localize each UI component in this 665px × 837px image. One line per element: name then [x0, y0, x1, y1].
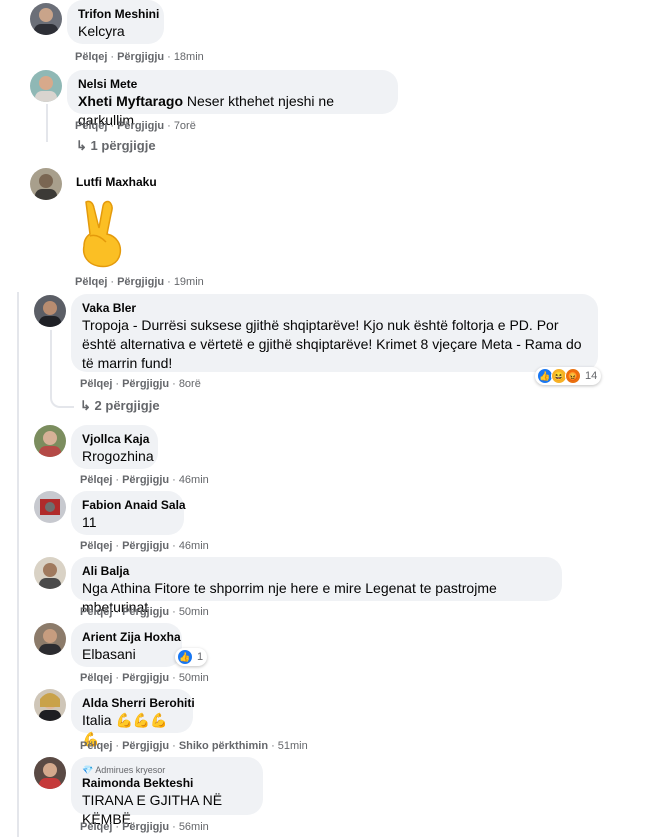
top-fan-badge: 💎 Admirues kryesor	[82, 764, 252, 776]
diamond-icon: 💎	[82, 765, 94, 775]
like-link[interactable]: Pëlqej	[80, 606, 112, 618]
commenter-name[interactable]: Lutfi Maxhaku	[76, 175, 157, 190]
reply-arrow-icon: ↳	[76, 138, 87, 153]
reactions-summary[interactable]: 👍 😆 😡 14	[535, 367, 602, 385]
avatar[interactable]	[34, 491, 66, 523]
comment-text: Kelcyra	[78, 23, 125, 39]
replies-count: 2 përgjigje	[94, 398, 160, 413]
comment-actions: Pëlqej · Përgjigju · 19min	[75, 276, 204, 288]
emoji-comment	[72, 198, 130, 268]
comment-bubble: Vjollca Kaja Rrogozhina	[71, 425, 158, 469]
avatar[interactable]	[30, 3, 62, 35]
comment-text: Rrogozhina	[82, 448, 154, 464]
reply-link[interactable]: Përgjigju	[122, 540, 169, 552]
like-reaction-icon: 👍	[177, 649, 193, 665]
thread-line	[46, 104, 48, 142]
avatar[interactable]	[34, 757, 66, 789]
victory-hand-icon	[82, 200, 122, 268]
like-link[interactable]: Pëlqej	[80, 474, 112, 486]
reply-link[interactable]: Përgjigju	[117, 51, 164, 63]
like-link[interactable]: Pëlqej	[75, 276, 107, 288]
comment-actions: Pëlqej · Përgjigju · 8orë	[80, 378, 201, 390]
reply-link[interactable]: Përgjigju	[122, 821, 169, 833]
angry-reaction-icon: 😡	[565, 368, 581, 384]
commenter-name[interactable]: Arient Zija Hoxha	[82, 630, 181, 645]
view-replies-link[interactable]: ↳ 1 përgjigje	[76, 138, 156, 154]
comment-text: 11	[82, 514, 97, 530]
avatar[interactable]	[34, 425, 66, 457]
commenter-name[interactable]: Alda Sherri Berohiti	[82, 696, 195, 711]
avatar[interactable]	[34, 295, 66, 327]
commenter-name[interactable]: Vjollca Kaja	[82, 432, 149, 447]
reply-link[interactable]: Përgjigju	[117, 276, 164, 288]
comment-bubble: 💎 Admirues kryesor Raimonda Bekteshi TIR…	[71, 757, 263, 827]
timestamp[interactable]: 19min	[174, 276, 204, 288]
commenter-name[interactable]: Ali Balja	[82, 564, 551, 579]
commenter-name[interactable]: Nelsi Mete	[78, 77, 387, 92]
comment-bubble: Ali Balja Nga Athina Fitore te shporrim …	[71, 557, 562, 615]
reply-arrow-icon: ↳	[80, 398, 91, 413]
comment-bubble: Trifon Meshini Kelcyra	[67, 0, 164, 44]
reply-link[interactable]: Përgjigju	[122, 740, 169, 752]
comment-bubble: Fabion Anaid Sala 11	[71, 491, 186, 535]
see-translation-link[interactable]: Shiko përkthimin	[179, 740, 268, 752]
timestamp[interactable]: 46min	[179, 540, 209, 552]
timestamp[interactable]: 8orë	[179, 378, 201, 390]
avatar[interactable]	[34, 689, 66, 721]
commenter-name[interactable]: Trifon Meshini	[78, 7, 159, 22]
reaction-count: 14	[585, 370, 598, 382]
timestamp[interactable]: 18min	[174, 51, 204, 63]
commenter-name[interactable]: Fabion Anaid Sala	[82, 498, 186, 513]
replies-count: 1 përgjigje	[90, 138, 156, 153]
avatar[interactable]	[30, 70, 62, 102]
comment-bubble: Nelsi Mete Xheti Myftarago Neser kthehet…	[67, 70, 398, 128]
like-link[interactable]: Pëlqej	[80, 740, 112, 752]
reply-link[interactable]: Përgjigju	[122, 474, 169, 486]
comment-bubble: Vaka Bler Tropoja - Durrësi suksese gjit…	[71, 294, 598, 372]
view-replies-link[interactable]: ↳ 2 përgjigje	[80, 398, 160, 414]
commenter-name[interactable]: Raimonda Bekteshi	[82, 776, 252, 791]
timestamp[interactable]: 46min	[179, 474, 209, 486]
timestamp[interactable]: 50min	[179, 606, 209, 618]
comment-bubble: Arient Zija Hoxha Elbasani	[71, 623, 182, 667]
like-link[interactable]: Pëlqej	[75, 120, 107, 132]
comment-actions: Pëlqej · Përgjigju · 56min	[80, 821, 209, 833]
comment-text: Tropoja - Durrësi suksese gjithë shqipta…	[82, 317, 582, 371]
timestamp[interactable]: 56min	[179, 821, 209, 833]
like-link[interactable]: Pëlqej	[80, 378, 112, 390]
comment-bubble: Alda Sherri Berohiti Italia 💪💪💪💪	[71, 689, 195, 747]
reply-link[interactable]: Përgjigju	[117, 120, 164, 132]
like-link[interactable]: Pëlqej	[80, 540, 112, 552]
comment-actions: Pëlqej · Përgjigju · 50min	[80, 606, 209, 618]
reaction-count: 1	[197, 651, 204, 663]
comment-actions: Pëlqej · Përgjigju · 50min	[80, 672, 209, 684]
comment-text: Elbasani	[82, 646, 136, 662]
timestamp[interactable]: 51min	[278, 740, 308, 752]
commenter-name[interactable]: Vaka Bler	[82, 301, 587, 316]
avatar[interactable]	[34, 557, 66, 589]
reply-link[interactable]: Përgjigju	[122, 378, 169, 390]
reply-link[interactable]: Përgjigju	[122, 606, 169, 618]
reply-link[interactable]: Përgjigju	[122, 672, 169, 684]
thread-line	[17, 292, 19, 837]
timestamp[interactable]: 50min	[179, 672, 209, 684]
timestamp[interactable]: 7orë	[174, 120, 196, 132]
comment-actions: Pëlqej · Përgjigju · Shiko përkthimin · 51min	[80, 740, 308, 752]
like-link[interactable]: Pëlqej	[80, 672, 112, 684]
badge-label: Admirues kryesor	[95, 765, 166, 775]
like-link[interactable]: Pëlqej	[75, 51, 107, 63]
avatar[interactable]	[34, 623, 66, 655]
like-link[interactable]: Pëlqej	[80, 821, 112, 833]
comment-actions: Pëlqej · Përgjigju · 46min	[80, 540, 209, 552]
tagged-user[interactable]: Xheti Myftarago	[78, 93, 183, 109]
reactions-summary[interactable]: 👍 1	[175, 648, 208, 666]
comment-actions: Pëlqej · Përgjigju · 18min	[75, 51, 204, 63]
comment-actions: Pëlqej · Përgjigju · 7orë	[75, 120, 196, 132]
avatar[interactable]	[30, 168, 62, 200]
comment-actions: Pëlqej · Përgjigju · 46min	[80, 474, 209, 486]
